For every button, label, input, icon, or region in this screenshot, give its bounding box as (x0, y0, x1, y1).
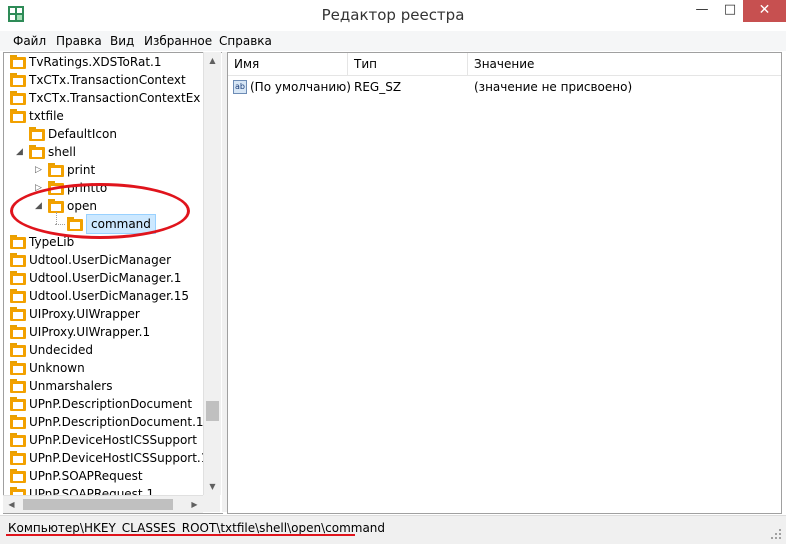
annotation-underline (6, 534, 355, 536)
folder-icon (10, 451, 26, 465)
tree-item[interactable]: UPnP.DeviceHostICSSupport (4, 431, 204, 449)
folder-icon (10, 307, 26, 321)
tree-item-label: Unknown (29, 361, 85, 375)
values-list[interactable]: Имя Тип Значение ab (По умолчанию) REG_S… (227, 52, 782, 514)
folder-icon (10, 379, 26, 393)
tree-item[interactable]: Unknown (4, 359, 204, 377)
tree-item[interactable]: Udtool.UserDicManager.15 (4, 287, 204, 305)
tree-item-label: Udtool.UserDicManager.1 (29, 271, 182, 285)
registry-tree[interactable]: TvRatings.XDSToRat.1 TxCTx.TransactionCon… (3, 52, 223, 514)
tree-item[interactable]: UPnP.DescriptionDocument (4, 395, 204, 413)
column-type[interactable]: Тип (348, 53, 468, 75)
tree-item-label: TxCTx.TransactionContext (29, 73, 186, 87)
column-value[interactable]: Значение (468, 53, 781, 75)
folder-icon (10, 289, 26, 303)
folder-icon (10, 433, 26, 447)
folder-icon (10, 415, 26, 429)
string-value-icon: ab (233, 80, 247, 94)
folder-icon (10, 91, 26, 105)
value-type: REG_SZ (354, 80, 402, 94)
tree-item[interactable]: ▷ print (4, 161, 204, 179)
folder-icon (10, 253, 26, 267)
scroll-thumb-horizontal[interactable] (23, 499, 173, 510)
window-title: Редактор реестра (321, 6, 465, 24)
scroll-thumb[interactable] (206, 401, 219, 421)
tree-item-label: TxCTx.TransactionContextEx (29, 91, 201, 105)
folder-icon (10, 271, 26, 285)
tree-item[interactable]: TvRatings.XDSToRat.1 (4, 53, 204, 71)
tree-item[interactable]: UPnP.DescriptionDocument.1 (4, 413, 204, 431)
folder-icon (29, 145, 45, 159)
tree-item[interactable]: TxCTx.TransactionContext (4, 71, 204, 89)
tree-item-label: DefaultIcon (48, 127, 117, 141)
tree-item-label: UPnP.DescriptionDocument (29, 397, 193, 411)
tree-horizontal-scrollbar[interactable]: ◀ ▶ (3, 495, 203, 513)
value-name: (По умолчанию) (250, 80, 351, 94)
tree-item[interactable]: UPnP.SOAPRequest (4, 467, 204, 485)
expand-arrow-icon[interactable]: ▷ (35, 161, 42, 179)
scroll-up-arrow-icon[interactable]: ▲ (204, 52, 221, 69)
collapse-arrow-icon[interactable]: ◢ (16, 143, 23, 161)
tree-item[interactable]: TxCTx.TransactionContextEx (4, 89, 204, 107)
tree-item[interactable]: ◢ shell (4, 143, 204, 161)
tree-item-label: shell (48, 145, 76, 159)
tree-item[interactable]: UIProxy.UIWrapper (4, 305, 204, 323)
folder-icon (10, 73, 26, 87)
scroll-right-arrow-icon[interactable]: ▶ (186, 496, 203, 513)
status-bar: Компьютер\HKEY_CLASSES_ROOT\txtfile\shel… (0, 515, 786, 544)
minimize-button[interactable]: — (687, 0, 717, 22)
scroll-left-arrow-icon[interactable]: ◀ (3, 496, 20, 513)
column-name[interactable]: Имя (228, 53, 348, 75)
tree-item[interactable]: Undecided (4, 341, 204, 359)
menu-view[interactable]: Вид (110, 34, 134, 48)
close-button[interactable]: ✕ (743, 0, 786, 22)
tree-item[interactable]: DefaultIcon (4, 125, 204, 143)
menu-edit[interactable]: Правка (56, 34, 102, 48)
folder-icon (48, 163, 64, 177)
tree-item[interactable]: Udtool.UserDicManager (4, 251, 204, 269)
status-path: Компьютер\HKEY_CLASSES_ROOT\txtfile\shel… (8, 521, 386, 535)
tree-item-label: UPnP.SOAPRequest (29, 469, 143, 483)
tree-vertical-scrollbar[interactable]: ▲ ▼ (203, 52, 221, 495)
tree-item-label: print (67, 163, 96, 177)
folder-icon (10, 397, 26, 411)
folder-icon (10, 325, 26, 339)
scroll-down-arrow-icon[interactable]: ▼ (204, 478, 221, 495)
folder-icon (10, 55, 26, 69)
folder-icon (10, 469, 26, 483)
folder-icon (10, 343, 26, 357)
value-data: (значение не присвоено) (474, 80, 633, 94)
tree-item-label: Unmarshalers (29, 379, 113, 393)
resize-grip-icon[interactable] (770, 528, 782, 540)
tree-item[interactable]: UPnP.DeviceHostICSSupport.1 (4, 449, 208, 467)
folder-icon (10, 109, 26, 123)
menu-favorites[interactable]: Избранное (144, 34, 212, 48)
tree-item-label: UPnP.DescriptionDocument.1 (29, 415, 204, 429)
tree-item-label: Udtool.UserDicManager.15 (29, 289, 190, 303)
scroll-corner (203, 495, 220, 512)
title-bar: Редактор реестра — □ ✕ (0, 0, 786, 30)
tree-item-label: Udtool.UserDicManager (29, 253, 172, 267)
tree-item[interactable]: txtfile (4, 107, 204, 125)
tree-item[interactable]: Unmarshalers (4, 377, 204, 395)
menu-bar: Файл Правка Вид Избранное Справка (0, 31, 786, 51)
list-header: Имя Тип Значение (228, 53, 781, 76)
folder-icon (10, 235, 26, 249)
tree-item-label: UIProxy.UIWrapper (29, 307, 140, 321)
tree-item[interactable]: UIProxy.UIWrapper.1 (4, 323, 204, 341)
menu-file[interactable]: Файл (13, 34, 46, 48)
list-item[interactable]: ab (По умолчанию) REG_SZ (значение не пр… (228, 77, 781, 97)
folder-icon (29, 127, 45, 141)
tree-item-label: TvRatings.XDSToRat.1 (29, 55, 162, 69)
tree-item-label: UPnP.DeviceHostICSSupport (29, 433, 197, 447)
tree-item-label: UIProxy.UIWrapper.1 (29, 325, 151, 339)
tree-item-label: Undecided (29, 343, 93, 357)
menu-help[interactable]: Справка (219, 34, 272, 48)
maximize-button[interactable]: □ (717, 0, 743, 22)
tree-item-label: txtfile (29, 109, 64, 123)
tree-item[interactable]: Udtool.UserDicManager.1 (4, 269, 204, 287)
annotation-circle (10, 183, 190, 239)
folder-icon (10, 361, 26, 375)
tree-item-label: UPnP.DeviceHostICSSupport.1 (29, 451, 209, 465)
